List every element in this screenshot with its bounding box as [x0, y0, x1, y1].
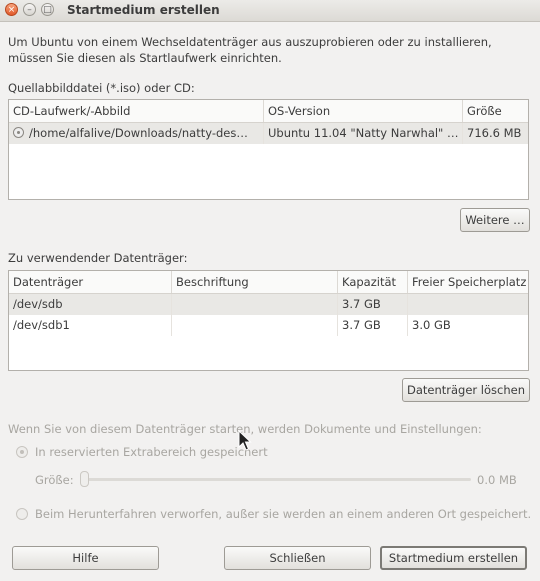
label-cell [172, 294, 338, 315]
source-path: /home/alfalive/Downloads/natty-des… [29, 126, 248, 140]
free-space-cell: 3.0 GB [412, 318, 451, 332]
minimize-window-icon[interactable]: – [23, 3, 36, 16]
table-row[interactable]: /dev/sdb1 3.7 GB 3.0 GB [9, 315, 528, 336]
erase-disk-button[interactable]: Datenträger löschen [402, 378, 530, 402]
capacity-cell: 3.7 GB [338, 315, 408, 336]
help-button[interactable]: Hilfe [12, 546, 159, 570]
reserved-space-label: In reservierten Extrabereich gespeichert [35, 445, 268, 459]
target-label: Zu verwendender Datenträger: [8, 251, 188, 265]
capacity-cell: 3.7 GB [338, 294, 408, 315]
reserved-space-radio[interactable] [16, 446, 28, 458]
title-bar: × – □ Startmedium erstellen [0, 0, 540, 22]
column-header-cd-drive[interactable]: CD-Laufwerk/-Abbild [9, 100, 264, 122]
column-header-label[interactable]: Beschriftung [172, 271, 338, 293]
source-image-table[interactable]: CD-Laufwerk/-Abbild OS-Version Größe /ho… [8, 99, 529, 200]
source-os-cell: Ubuntu 11.04 "Natty Narwhal" … [264, 123, 463, 144]
discard-label: Beim Herunterfahren verworfen, außer sie… [35, 507, 532, 521]
source-path-cell: /home/alfalive/Downloads/natty-des… [9, 123, 264, 144]
table-row[interactable]: /home/alfalive/Downloads/natty-des… Ubun… [9, 123, 528, 144]
table-row[interactable]: /dev/sdb 3.7 GB [9, 294, 528, 315]
maximize-window-icon[interactable]: □ [41, 3, 54, 16]
source-size-cell: 716.6 MB [467, 126, 522, 140]
column-header-os-version[interactable]: OS-Version [264, 100, 463, 122]
close-button[interactable]: Schließen [224, 546, 371, 570]
discard-radio[interactable] [16, 508, 28, 520]
target-device-table[interactable]: Datenträger Beschriftung Kapazität Freie… [8, 270, 529, 371]
label-cell [172, 315, 338, 336]
device-cell: /dev/sdb [9, 294, 172, 315]
more-sources-button[interactable]: Weitere … [460, 208, 530, 232]
free-space-cell [408, 294, 528, 315]
intro-text: Um Ubuntu von einem Wechseldatenträger a… [8, 35, 492, 65]
size-label: Größe: [35, 473, 74, 487]
column-header-device[interactable]: Datenträger [9, 271, 172, 293]
size-slider-track [84, 478, 471, 481]
mouse-pointer-icon [238, 430, 252, 451]
create-startup-disk-button[interactable]: Startmedium erstellen [380, 546, 527, 570]
table-header: Datenträger Beschriftung Kapazität Freie… [9, 271, 528, 294]
size-slider-handle[interactable] [80, 471, 89, 487]
column-header-size[interactable]: Größe [463, 100, 528, 122]
cd-icon [13, 127, 24, 138]
size-value: 0.0 MB [477, 473, 517, 487]
column-header-free-space[interactable]: Freier Speicherplatz [408, 271, 528, 293]
source-label: Quellabbilddatei (*.iso) oder CD: [8, 81, 195, 95]
table-header: CD-Laufwerk/-Abbild OS-Version Größe [9, 100, 528, 123]
device-cell: /dev/sdb1 [9, 315, 172, 336]
window-title: Startmedium erstellen [67, 3, 220, 17]
close-window-icon[interactable]: × [5, 3, 18, 16]
column-header-capacity[interactable]: Kapazität [338, 271, 408, 293]
